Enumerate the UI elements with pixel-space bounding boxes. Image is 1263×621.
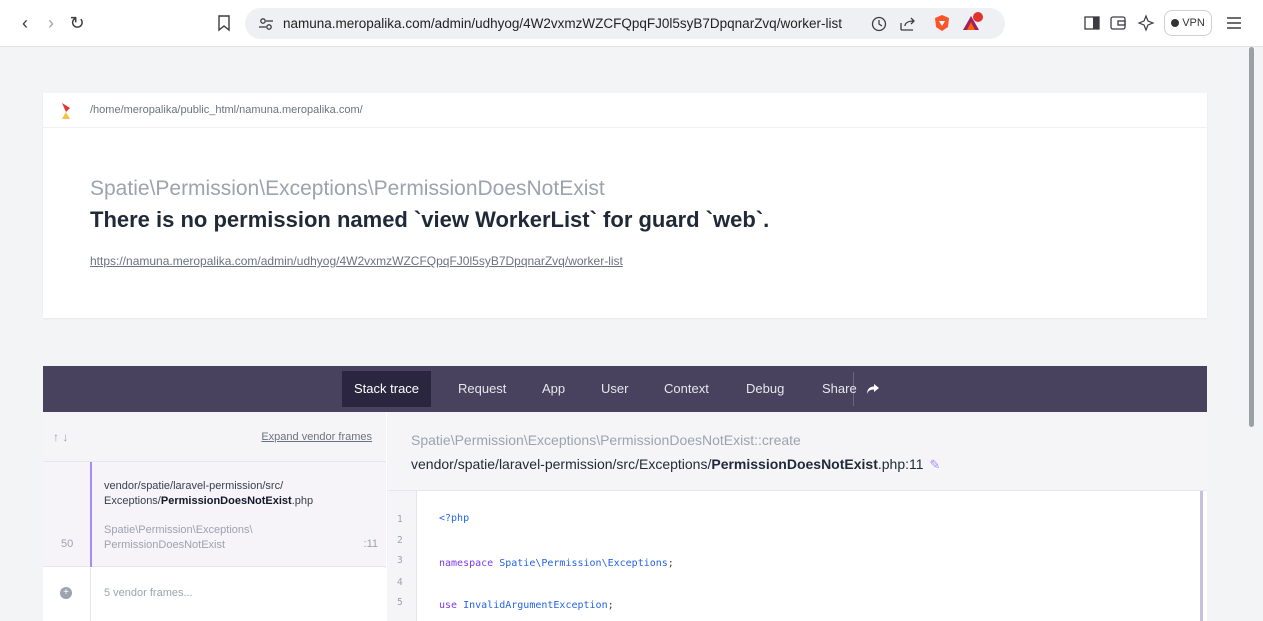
frame-method: Spatie\Permission\Exceptions\PermissionD… — [411, 432, 801, 448]
menu-icon[interactable] — [1224, 13, 1244, 33]
line-gutter: 1 2 3 4 5 — [387, 491, 417, 621]
stack-trace-panel: ↑ ↓ Expand vendor frames vendor/spatie/l… — [43, 412, 1207, 621]
tab-context[interactable]: Context — [652, 371, 721, 407]
stack-frame-active[interactable]: vendor/spatie/laravel-permission/src/ Ex… — [43, 462, 386, 567]
browser-toolbar: ‹ › ↻ namuna.meropalika.com/admin/udhyog… — [0, 0, 1263, 47]
code-class: InvalidArgumentException — [463, 600, 608, 611]
reload-icon[interactable]: ↻ — [66, 12, 88, 34]
line-number: 2 — [397, 535, 403, 546]
code-line-1: <?php — [439, 513, 470, 524]
frame-location: vendor/spatie/laravel-permission/src/Exc… — [411, 456, 940, 473]
frame-nav-arrows-icon[interactable]: ↑ ↓ — [53, 430, 68, 444]
tabs-nav: Stack trace Request App User Context Deb… — [43, 366, 1207, 412]
frame-line: :11 — [363, 538, 378, 550]
address-url[interactable]: namuna.meropalika.com/admin/udhyog/4W2vx… — [283, 16, 842, 31]
frame-file-prefix: vendor/spatie/laravel-permission/src/ — [104, 480, 284, 492]
frame-class: Spatie\Permission\Exceptions\ Permission… — [104, 523, 253, 553]
sidebar-toggle-icon[interactable] — [1082, 13, 1102, 33]
vpn-button[interactable]: VPN — [1164, 10, 1212, 36]
code-scrollbar[interactable] — [1200, 491, 1203, 621]
frame-file: vendor/spatie/laravel-permission/src/ Ex… — [104, 479, 334, 509]
frame-number: 50 — [61, 538, 74, 550]
tab-share[interactable]: Share — [810, 371, 892, 407]
share-arrow-icon — [867, 384, 880, 394]
frames-header: ↑ ↓ Expand vendor frames — [43, 412, 386, 462]
edit-pencil-icon[interactable]: ✎ — [930, 457, 941, 473]
frames-list: ↑ ↓ Expand vendor frames vendor/spatie/l… — [43, 412, 386, 621]
vpn-label: VPN — [1182, 17, 1205, 29]
frame-indicator — [90, 462, 92, 567]
wallet-icon[interactable] — [1108, 13, 1128, 33]
line-number: 1 — [397, 514, 403, 525]
tab-user[interactable]: User — [589, 371, 640, 407]
exception-message: There is no permission named `view Worke… — [90, 207, 770, 232]
request-url-link[interactable]: https://namuna.meropalika.com/admin/udhy… — [90, 254, 623, 268]
vendor-frames-collapsed[interactable]: + 5 vendor frames... — [43, 568, 386, 621]
vpn-status-icon — [1171, 19, 1180, 28]
loc-suffix: .php:11 — [877, 456, 924, 472]
brave-shield-icon[interactable] — [932, 13, 952, 33]
back-icon[interactable]: ‹ — [14, 12, 36, 34]
share-label: Share — [822, 381, 857, 396]
address-bar[interactable]: namuna.meropalika.com/admin/udhyog/4W2vx… — [245, 8, 1005, 39]
share-page-icon[interactable] — [897, 14, 917, 34]
frame-file-ext: .php — [291, 495, 314, 507]
code-keyword: use — [439, 600, 458, 611]
vendor-frames-label: 5 vendor frames... — [104, 587, 193, 599]
code-snippet: 1 2 3 4 5 <?php namespace Spatie\Permiss… — [387, 490, 1207, 621]
tab-stack-trace[interactable]: Stack trace — [342, 371, 432, 407]
frame-indicator — [90, 568, 91, 621]
bookmark-icon[interactable] — [214, 13, 234, 33]
frame-class-ns: Spatie\Permission\Exceptions\ — [104, 524, 253, 536]
forward-icon[interactable]: › — [40, 12, 62, 34]
frame-class-name: PermissionDoesNotExist — [104, 539, 226, 551]
code-line-5: use InvalidArgumentException; — [439, 600, 614, 611]
project-path: /home/meropalika/public_html/namuna.mero… — [90, 104, 363, 116]
frame-file-name: PermissionDoesNotExist — [160, 495, 292, 507]
exception-class: Spatie\Permission\Exceptions\PermissionD… — [90, 177, 605, 200]
tab-debug[interactable]: Debug — [734, 371, 796, 407]
brave-rewards-icon[interactable] — [961, 12, 985, 32]
code-punct: ; — [667, 558, 674, 569]
exception-header-card: /home/meropalika/public_html/namuna.mero… — [43, 93, 1207, 318]
line-number: 3 — [397, 555, 403, 566]
loc-file: PermissionDoesNotExist — [711, 456, 878, 472]
line-number: 5 — [397, 597, 403, 608]
tab-request[interactable]: Request — [446, 371, 518, 407]
loc-prefix: vendor/spatie/laravel-permission/src/Exc… — [411, 456, 712, 472]
tab-app[interactable]: App — [530, 371, 577, 407]
leo-ai-icon[interactable] — [1136, 13, 1156, 33]
path-bar: /home/meropalika/public_html/namuna.mero… — [43, 93, 1207, 128]
plus-circle-icon[interactable]: + — [60, 587, 72, 599]
code-punct: ; — [607, 600, 614, 611]
frame-detail: Spatie\Permission\Exceptions\PermissionD… — [387, 412, 1207, 621]
expand-vendor-frames-link[interactable]: Expand vendor frames — [261, 431, 372, 443]
scrollbar-thumb[interactable] — [1249, 47, 1254, 427]
ignition-logo-icon — [62, 103, 70, 119]
code-keyword: namespace — [439, 558, 494, 569]
code-namespace: Spatie\Permission\Exceptions — [499, 558, 668, 569]
site-info-icon[interactable] — [257, 15, 275, 33]
history-icon[interactable] — [869, 14, 889, 34]
line-number: 4 — [397, 577, 403, 588]
frame-file-dir: Exceptions/ — [104, 495, 161, 507]
page-scrollbar[interactable] — [1247, 47, 1263, 621]
code-line-3: namespace Spatie\Permission\Exceptions; — [439, 558, 674, 569]
